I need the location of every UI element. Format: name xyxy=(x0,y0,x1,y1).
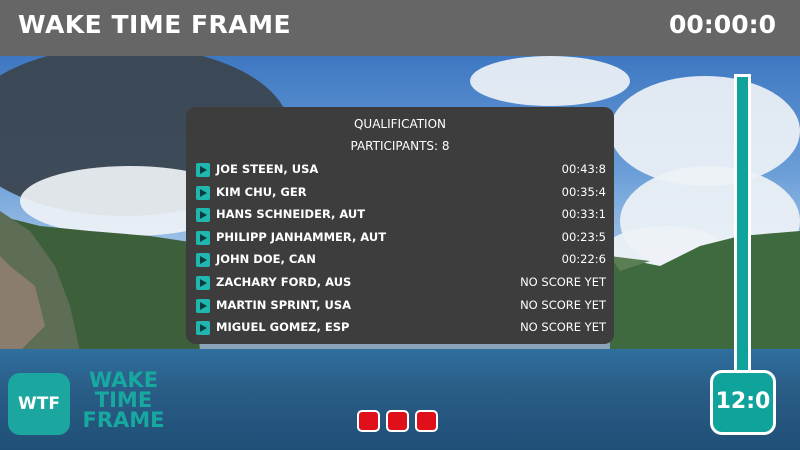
attempt-indicator xyxy=(357,410,380,432)
participant-score: 00:43:8 xyxy=(561,162,606,176)
header-bar: WAKE TIME FRAME 00:00:0 xyxy=(0,0,800,56)
app-title: WAKE TIME FRAME xyxy=(18,10,292,39)
countdown-bar xyxy=(734,74,751,374)
participant-row[interactable]: ZACHARY FORD, AUS NO SCORE YET xyxy=(196,273,610,296)
logo-line-2: TIME xyxy=(94,388,153,412)
participant-name: MIGUEL GOMEZ, ESP xyxy=(216,320,350,335)
participant-score: NO SCORE YET xyxy=(520,297,606,312)
participant-row[interactable]: PHILIPP JANHAMMER, AUT 00:23:5 xyxy=(196,228,610,251)
participant-row[interactable]: JOE STEEN, USA 00:43:8 xyxy=(196,160,610,183)
play-icon[interactable] xyxy=(196,230,210,245)
logo-badge: WTF xyxy=(8,373,70,435)
participant-name: KIM CHU, GER xyxy=(216,184,307,199)
participant-name: MARTIN SPRINT, USA xyxy=(216,297,352,312)
attempt-indicator xyxy=(415,410,439,432)
play-icon[interactable] xyxy=(196,163,210,177)
play-icon[interactable] xyxy=(196,275,210,290)
participant-name: ZACHARY FORD, AUS xyxy=(216,274,352,289)
participant-score: NO SCORE YET xyxy=(520,274,606,289)
panel-title: QUALIFICATION xyxy=(353,117,447,131)
play-icon[interactable] xyxy=(196,185,210,200)
participant-row[interactable]: HANS SCHNEIDER, AUT 00:33:1 xyxy=(196,205,610,228)
play-icon[interactable] xyxy=(196,298,210,313)
attempt-indicator xyxy=(386,410,410,432)
play-icon[interactable] xyxy=(196,253,210,268)
countdown-value: 12:0 xyxy=(710,370,776,435)
participant-score: 00:33:1 xyxy=(561,207,606,222)
qualification-panel: QUALIFICATION PARTICIPANTS: 8 JOE STEEN,… xyxy=(186,107,614,344)
participants-count: PARTICIPANTS: 8 xyxy=(350,139,450,153)
participant-name: HANS SCHNEIDER, AUT xyxy=(216,207,366,222)
participant-name: JOHN DOE, CAN xyxy=(216,252,316,267)
logo-wordmark: WAKE TIME FRAME xyxy=(76,368,171,432)
participant-score: 00:35:4 xyxy=(561,184,606,199)
participant-list: JOE STEEN, USA 00:43:8 KIM CHU, GER 00:3… xyxy=(196,160,610,341)
participant-name: JOE STEEN, USA xyxy=(216,162,319,176)
play-icon[interactable] xyxy=(196,321,210,336)
main-timer: 00:00:0 xyxy=(669,10,776,39)
participant-score: 00:22:6 xyxy=(561,252,606,267)
participant-row[interactable]: JOHN DOE, CAN 00:22:6 xyxy=(196,250,610,273)
participant-score: NO SCORE YET xyxy=(520,320,606,335)
participant-row[interactable]: KIM CHU, GER 00:35:4 xyxy=(196,183,610,206)
participant-row[interactable]: MIGUEL GOMEZ, ESP NO SCORE YET xyxy=(196,318,610,341)
attempt-indicators xyxy=(357,410,439,436)
logo-line-1: WAKE xyxy=(88,368,159,392)
participant-row[interactable]: MARTIN SPRINT, USA NO SCORE YET xyxy=(196,296,610,319)
logo-line-3: FRAME xyxy=(82,408,165,432)
participant-score: 00:23:5 xyxy=(561,229,606,244)
play-icon[interactable] xyxy=(196,208,210,223)
participant-name: PHILIPP JANHAMMER, AUT xyxy=(216,229,387,244)
